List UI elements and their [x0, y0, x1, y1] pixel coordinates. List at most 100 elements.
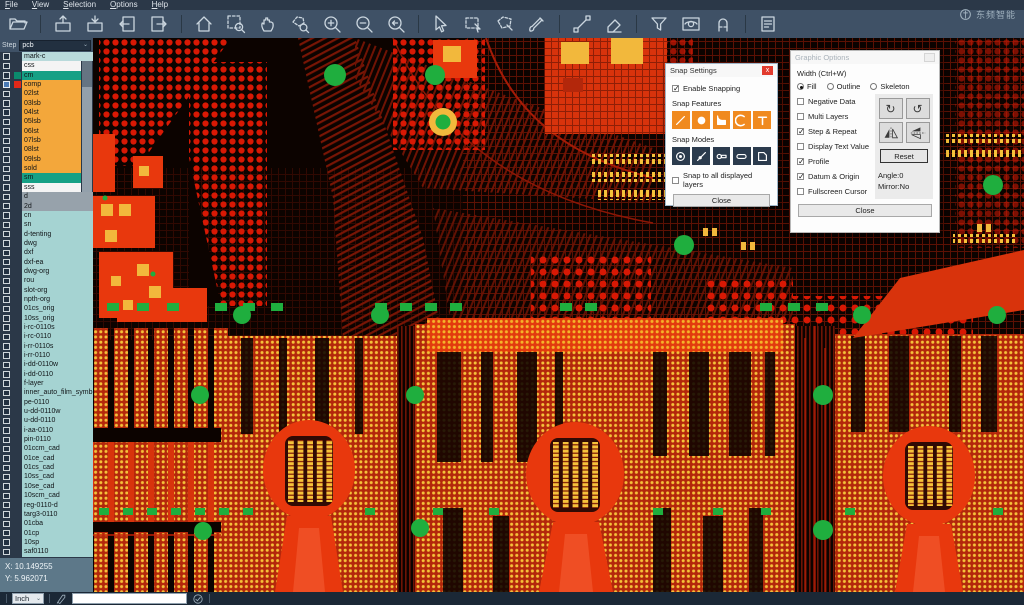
layer-row-10sp[interactable]: 10sp [0, 538, 93, 547]
checkbox-icon[interactable] [3, 539, 10, 546]
checkbox-icon[interactable] [3, 371, 10, 378]
layer-checkbox[interactable] [0, 108, 13, 117]
layer-row-i-rr-0110s[interactable]: i-rr-0110s [0, 342, 93, 351]
page-prev-icon[interactable] [115, 12, 139, 36]
layer-row-i-dd-0110w[interactable]: i-dd-0110w [0, 360, 93, 369]
checkbox-icon[interactable] [3, 138, 10, 145]
checkbox-icon[interactable] [3, 511, 10, 518]
layer-checkbox[interactable] [0, 426, 13, 435]
layer-name[interactable]: dwg [22, 239, 93, 248]
close-icon[interactable]: x [762, 66, 773, 75]
checkbox-icon[interactable] [3, 446, 10, 453]
layer-name[interactable]: 10scm_cad [22, 491, 93, 500]
checkbox-icon[interactable] [3, 437, 10, 444]
layer-name[interactable]: 01ccm_cad [22, 444, 93, 453]
layer-row-rou[interactable]: rou [0, 276, 93, 285]
page-next-icon[interactable] [147, 12, 171, 36]
checkbox-icon[interactable] [3, 250, 10, 257]
checkbox-icon[interactable] [3, 306, 10, 313]
layer-name[interactable]: 01ce_cad [22, 454, 93, 463]
layer-checkbox[interactable] [0, 145, 13, 154]
layer-row-i-dd-0110[interactable]: i-dd-0110 [0, 370, 93, 379]
reset-button[interactable]: Reset [880, 149, 928, 163]
layer-row-mark-c[interactable]: mark-c [0, 52, 93, 61]
layer-name[interactable]: css [22, 61, 81, 70]
layer-row-cn[interactable]: cn [0, 211, 93, 220]
layer-name[interactable]: i-rr-0110s [22, 342, 93, 351]
checkbox-icon[interactable] [3, 334, 10, 341]
flip-horizontal-button[interactable] [879, 122, 903, 143]
layer-name[interactable]: sss [22, 183, 81, 192]
layer-name[interactable]: i-dd-0110 [22, 370, 93, 379]
measure-line-icon[interactable] [570, 12, 594, 36]
layer-checkbox[interactable] [0, 164, 13, 173]
layer-checkbox[interactable] [0, 276, 13, 285]
snap-all-layers-checkbox[interactable]: Snap to all displayed layers [672, 171, 771, 189]
zoom-out-icon[interactable] [352, 12, 376, 36]
import-down-icon[interactable] [83, 12, 107, 36]
checkbox-icon[interactable] [3, 194, 10, 201]
layer-row-css[interactable]: css [0, 61, 93, 70]
layer-row-pe-0110[interactable]: pe-0110 [0, 398, 93, 407]
close-icon[interactable] [924, 53, 935, 62]
option-negative-data[interactable]: Negative Data [797, 94, 871, 109]
layer-checkbox[interactable] [0, 472, 13, 481]
menu-item-view[interactable]: View [32, 0, 49, 10]
checkbox-icon[interactable] [3, 259, 10, 266]
layer-row-04lst[interactable]: 04lst [0, 108, 93, 117]
checkbox-icon[interactable] [3, 549, 10, 556]
layer-name[interactable]: 2d [22, 202, 93, 211]
layer-row-i-aa-0110[interactable]: i-aa-0110 [0, 426, 93, 435]
layer-checkbox[interactable] [0, 342, 13, 351]
layer-checkbox[interactable] [0, 211, 13, 220]
layer-name[interactable]: cn [22, 211, 93, 220]
layer-name[interactable]: inner_auto_film_symb [22, 388, 93, 397]
layer-checkbox[interactable] [0, 52, 13, 61]
new-page-icon[interactable] [55, 593, 67, 604]
layer-checkbox[interactable] [0, 519, 13, 528]
checkbox-icon[interactable] [3, 521, 10, 528]
layer-row-01ce_cad[interactable]: 01ce_cad [0, 454, 93, 463]
layer-row-05lsb[interactable]: 05lsb [0, 117, 93, 126]
checkbox-icon[interactable] [3, 427, 10, 434]
layer-checkbox[interactable] [0, 379, 13, 388]
layer-checkbox[interactable] [0, 89, 13, 98]
layer-checkbox[interactable] [0, 510, 13, 519]
layer-checkbox[interactable] [0, 463, 13, 472]
layer-name[interactable]: dwg-org [22, 267, 93, 276]
checkbox-icon[interactable] [3, 166, 10, 173]
view-eye-icon[interactable] [679, 12, 703, 36]
layer-row-sn[interactable]: sn [0, 220, 93, 229]
menu-item-help[interactable]: Help [152, 0, 168, 10]
layer-name[interactable]: 10se_cad [22, 482, 93, 491]
layer-name[interactable]: 07lsb [22, 136, 81, 145]
checkbox-icon[interactable] [3, 128, 10, 135]
layer-name[interactable]: dxf [22, 248, 93, 257]
width-mode-skeleton[interactable]: Skeleton [870, 82, 909, 91]
snap-pad-icon[interactable] [692, 111, 710, 129]
layer-row-dxf[interactable]: dxf [0, 248, 93, 257]
layer-row-i-rc-0110[interactable]: i-rc-0110 [0, 332, 93, 341]
layer-name[interactable]: d-tenting [22, 230, 93, 239]
layer-checkbox[interactable] [0, 71, 13, 80]
snap-text-icon[interactable] [753, 111, 771, 129]
layer-checkbox[interactable] [0, 173, 13, 182]
snap-magnet-icon[interactable] [711, 12, 735, 36]
layer-row-dwg[interactable]: dwg [0, 239, 93, 248]
checkbox-icon[interactable] [3, 72, 10, 79]
layer-checkbox[interactable] [0, 398, 13, 407]
checkbox-icon[interactable] [3, 455, 10, 462]
layer-name[interactable]: 01cp [22, 529, 93, 538]
checkbox-icon[interactable] [797, 128, 804, 135]
layer-name[interactable]: i-aa-0110 [22, 426, 93, 435]
layer-row-01ccm_cad[interactable]: 01ccm_cad [0, 444, 93, 453]
layer-checkbox[interactable] [0, 239, 13, 248]
layer-checkbox[interactable] [0, 435, 13, 444]
checkbox-icon[interactable] [3, 399, 10, 406]
select-poly-icon[interactable] [493, 12, 517, 36]
layer-checkbox[interactable] [0, 192, 13, 201]
layer-row-01cba[interactable]: 01cba [0, 519, 93, 528]
checkbox-icon[interactable] [3, 418, 10, 425]
layer-checkbox[interactable] [0, 538, 13, 547]
layer-row-targ3-0110[interactable]: targ3-0110 [0, 510, 93, 519]
